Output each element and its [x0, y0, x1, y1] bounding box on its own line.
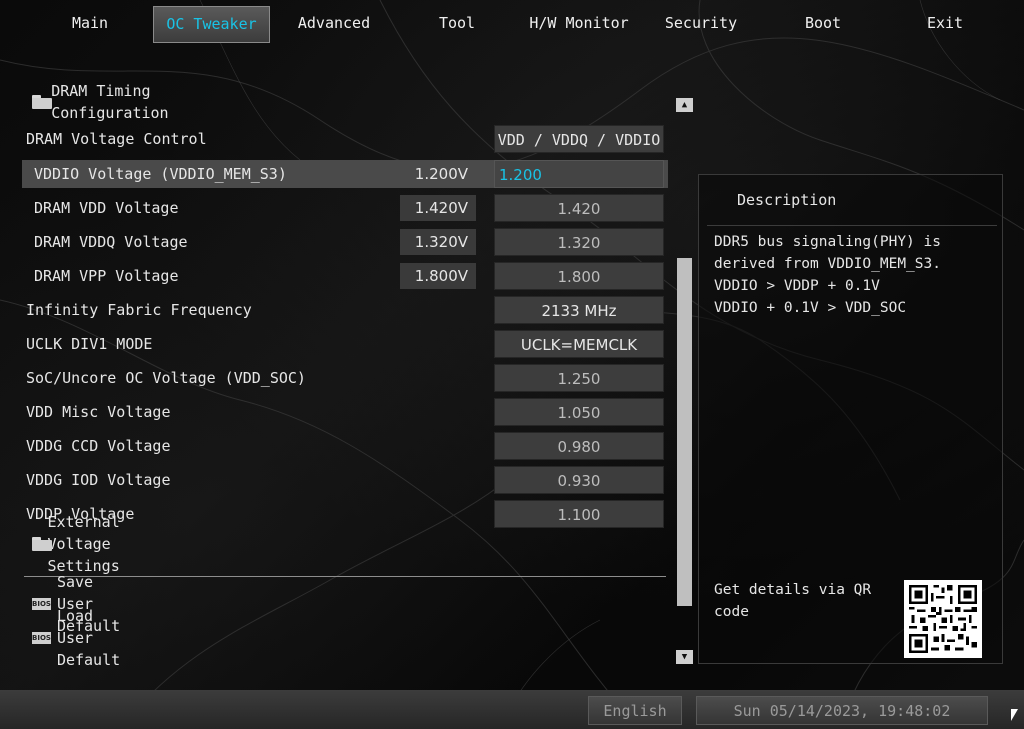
qr-caption: Get details via QR code: [714, 582, 872, 620]
setting-value[interactable]: 1.800: [494, 262, 664, 290]
setting-label: Infinity Fabric Frequency: [26, 301, 252, 319]
tab-tool[interactable]: Tool: [428, 6, 486, 43]
setting-label: DRAM VPP Voltage: [34, 267, 179, 285]
section-label: External Voltage Settings: [47, 513, 120, 575]
setting-row-uclk-div1[interactable]: UCLK DIV1 MODE UCLK=MEMCLK: [22, 330, 668, 358]
bios-icon: BIOS: [32, 598, 51, 610]
setting-readout: 1.420V: [400, 195, 476, 221]
setting-label: VDD Misc Voltage: [26, 403, 171, 421]
section-external-voltage[interactable]: External Voltage Settings: [32, 513, 132, 575]
setting-row-infinity-fabric[interactable]: Infinity Fabric Frequency 2133 MHz: [22, 296, 668, 324]
setting-value[interactable]: 2133 MHz: [494, 296, 664, 324]
tab-hw-monitor[interactable]: H/W Monitor: [528, 6, 630, 43]
setting-label: VDDG CCD Voltage: [26, 437, 171, 455]
load-user-default-button[interactable]: BIOS Load User Default: [32, 607, 123, 669]
setting-label: SoC/Uncore OC Voltage (VDD_SOC): [26, 369, 306, 387]
tab-boot[interactable]: Boot: [795, 6, 851, 43]
tab-exit[interactable]: Exit: [918, 6, 972, 43]
description-divider: [707, 225, 997, 226]
setting-value[interactable]: UCLK=MEMCLK: [494, 330, 664, 358]
scrollbar[interactable]: ▲ ▼: [676, 98, 693, 664]
section-dram-timing[interactable]: DRAM Timing Configuration: [32, 82, 177, 122]
scroll-down-icon[interactable]: ▼: [676, 650, 693, 664]
tab-main[interactable]: Main: [58, 6, 122, 43]
setting-label: VDDIO Voltage (VDDIO_MEM_S3): [34, 165, 287, 183]
top-nav: Main OC Tweaker Advanced Tool H/W Monito…: [0, 0, 1024, 48]
setting-row-vddg-ccd[interactable]: VDDG CCD Voltage 0.980: [22, 432, 668, 460]
setting-value[interactable]: 1.420: [494, 194, 664, 222]
description-title: Description: [737, 191, 837, 209]
scroll-thumb[interactable]: [677, 258, 692, 606]
folder-icon: [32, 95, 53, 109]
tab-security[interactable]: Security: [660, 6, 742, 43]
setting-readout: 1.320V: [400, 229, 476, 255]
setting-row-dram-vddq-voltage[interactable]: DRAM VDDQ Voltage 1.320V 1.320: [22, 228, 668, 256]
setting-value[interactable]: 0.980: [494, 432, 664, 460]
setting-label: DRAM Voltage Control: [26, 130, 207, 148]
setting-row-dram-vpp-voltage[interactable]: DRAM VPP Voltage 1.800V 1.800: [22, 262, 668, 290]
setting-value-input[interactable]: 1.200: [494, 160, 664, 188]
setting-row-soc-voltage[interactable]: SoC/Uncore OC Voltage (VDD_SOC) 1.250: [22, 364, 668, 392]
datetime-display: Sun 05/14/2023, 19:48:02: [696, 696, 988, 725]
folder-icon: [32, 537, 51, 551]
status-bar: English Sun 05/14/2023, 19:48:02: [0, 690, 1024, 729]
mouse-cursor-icon: [1011, 709, 1018, 721]
setting-value[interactable]: 1.320: [494, 228, 664, 256]
language-button[interactable]: English: [588, 696, 682, 725]
setting-row-vddio-voltage[interactable]: VDDIO Voltage (VDDIO_MEM_S3) 1.200V 1.20…: [22, 160, 668, 188]
setting-label: VDDG IOD Voltage: [26, 471, 171, 489]
description-body: DDR5 bus signaling(PHY) is derived from …: [714, 234, 941, 316]
setting-value[interactable]: 1.050: [494, 398, 664, 426]
setting-row-dram-voltage-control[interactable]: DRAM Voltage Control VDD / VDDQ / VDDIO: [22, 125, 668, 153]
setting-value[interactable]: 1.100: [494, 500, 664, 528]
setting-readout: 1.800V: [400, 263, 476, 289]
tab-oc-tweaker[interactable]: OC Tweaker: [153, 6, 270, 43]
bios-icon: BIOS: [32, 632, 51, 644]
setting-label: DRAM VDD Voltage: [34, 199, 179, 217]
description-panel: Description DDR5 bus signaling(PHY) is d…: [698, 174, 1003, 664]
setting-label: UCLK DIV1 MODE: [26, 335, 153, 353]
tab-advanced[interactable]: Advanced: [291, 6, 377, 43]
setting-readout: 1.200V: [414, 165, 468, 183]
load-user-default-label: Load User Default: [56, 607, 121, 669]
section-label: DRAM Timing Configuration: [51, 82, 169, 122]
qr-code-icon: [904, 580, 982, 658]
setting-row-vdd-misc[interactable]: VDD Misc Voltage 1.050: [22, 398, 668, 426]
setting-value[interactable]: VDD / VDDQ / VDDIO: [494, 125, 664, 153]
scroll-up-icon[interactable]: ▲: [676, 98, 693, 112]
setting-value[interactable]: 1.250: [494, 364, 664, 392]
setting-value[interactable]: 0.930: [494, 466, 664, 494]
setting-label: DRAM VDDQ Voltage: [34, 233, 188, 251]
setting-row-vddg-iod[interactable]: VDDG IOD Voltage 0.930: [22, 466, 668, 494]
setting-row-dram-vdd-voltage[interactable]: DRAM VDD Voltage 1.420V 1.420: [22, 194, 668, 222]
